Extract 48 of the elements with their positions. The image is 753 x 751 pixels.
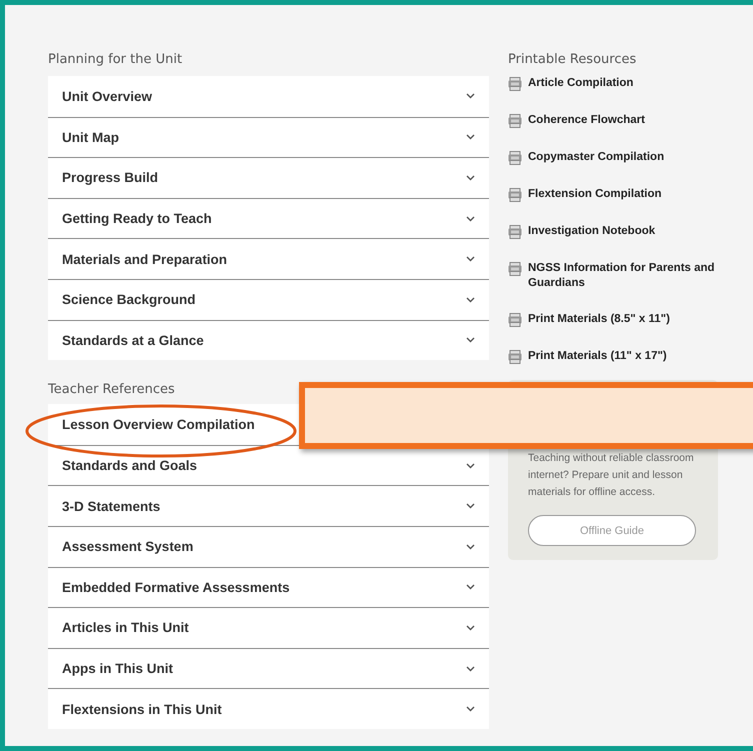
accordion-item[interactable]: Progress Build	[48, 157, 489, 198]
section-heading: Printable Resources	[508, 52, 638, 69]
accordion-item[interactable]: Getting Ready to Teach	[48, 198, 489, 238]
chevron-icon	[466, 134, 475, 140]
pdf-icon	[508, 77, 522, 91]
chevron-icon	[466, 256, 475, 262]
accordion-item[interactable]: Standards and Goals	[48, 444, 489, 486]
section-heading: Teacher References	[48, 382, 176, 400]
accordion-item[interactable]: Unit Map	[48, 116, 489, 158]
accordion-item[interactable]: Materials and Preparation	[48, 238, 489, 279]
chevron-icon	[466, 216, 475, 222]
chevron-icon	[466, 544, 475, 550]
pdf-icon	[508, 313, 522, 327]
pdf-icon	[508, 188, 522, 202]
accordion-item[interactable]: Standards at a Glance	[48, 320, 489, 360]
accordion-item[interactable]: Unit Overview	[48, 76, 489, 117]
chevron-icon	[466, 337, 475, 344]
chevron-icon	[466, 584, 475, 590]
accordion-item[interactable]: 3-D Statements	[48, 485, 489, 526]
chevron-icon	[466, 462, 475, 469]
chevron-icon	[466, 93, 475, 100]
chevron-icon	[466, 666, 475, 672]
resource-link[interactable]: Investigation Notebook	[528, 224, 656, 239]
accordion-item[interactable]: Articles in This Unit	[48, 607, 489, 648]
resource-link[interactable]: Print Materials (11" x 17")	[528, 349, 667, 364]
chevron-icon	[466, 174, 475, 181]
pdf-icon	[508, 262, 522, 276]
chevron-icon	[466, 503, 475, 510]
resource-link[interactable]: NGSS Information for Parents and Guardians	[528, 261, 720, 291]
card-text: Teaching without reliable classroom internet? Prepare unit and lesson materials for offline access.	[528, 451, 695, 500]
accordion-item[interactable]: Science Background	[48, 278, 489, 320]
pdf-icon	[508, 225, 522, 239]
pdf-icon	[508, 114, 522, 128]
resource-link[interactable]: Article Compilation	[528, 76, 634, 91]
chevron-icon	[466, 624, 475, 631]
resource-link[interactable]: Copymaster Compilation	[528, 150, 664, 165]
chevron-icon	[466, 706, 475, 712]
pdf-icon	[508, 151, 522, 165]
resource-link[interactable]: Print Materials (8.5" x 11")	[528, 312, 670, 327]
accordion-item[interactable]: Embedded Formative Assessments	[48, 566, 489, 608]
accordion-item[interactable]: Apps in This Unit	[48, 648, 489, 688]
accordion-item[interactable]: Flextensions in This Unit	[48, 688, 489, 729]
resource-link[interactable]: Coherence Flowchart	[528, 113, 645, 128]
chevron-icon	[466, 296, 475, 303]
pdf-icon	[508, 350, 522, 364]
resource-link[interactable]: Flextension Compilation	[528, 187, 662, 202]
section-heading: Planning for the Unit	[48, 52, 184, 69]
accordion-item[interactable]: Assessment System	[48, 526, 489, 567]
